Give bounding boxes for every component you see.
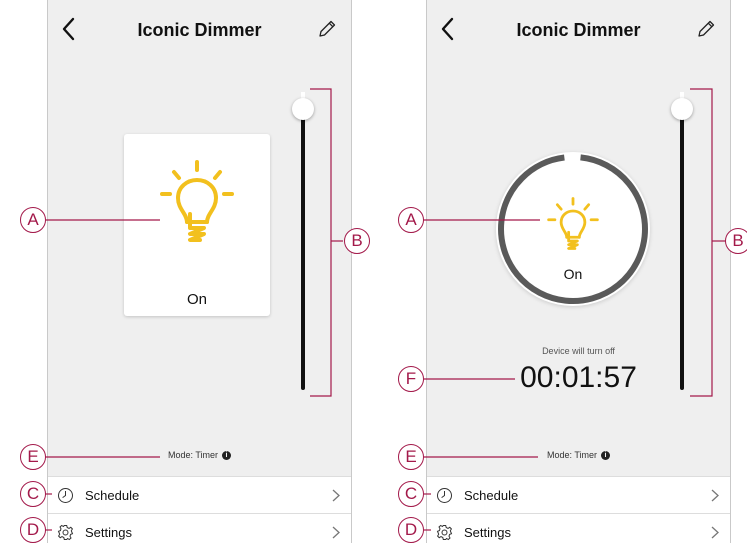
- callout-f: F: [398, 366, 424, 392]
- callout-e: E: [398, 444, 424, 470]
- callout-leader-lines: [45, 88, 726, 531]
- callout-d: D: [20, 517, 46, 543]
- callout-b: B: [344, 228, 370, 254]
- callout-c: C: [20, 481, 46, 507]
- callout-c: C: [398, 481, 424, 507]
- callout-e: E: [20, 444, 46, 470]
- callout-a: A: [398, 207, 424, 233]
- callout-a: A: [20, 207, 46, 233]
- callout-d: D: [398, 517, 424, 543]
- callout-b: B: [725, 228, 747, 254]
